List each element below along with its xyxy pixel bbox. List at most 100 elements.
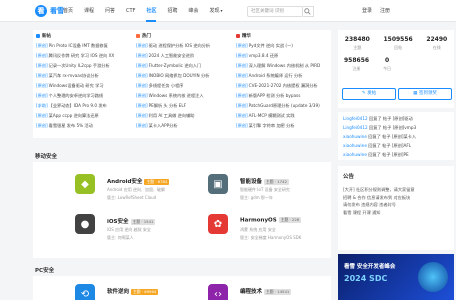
forum-badge: 主题 · 1742 [264,178,289,185]
list-item[interactable]: [原创]新版APP 检测 分析 bypass [236,92,324,100]
list-item[interactable]: [原创]Pyd文件 逆向 实战 (一) [236,42,324,50]
list-item[interactable]: [原创]Flutter-Zymbolic 逆向入门 [136,62,224,70]
forum-smart-device[interactable]: ▣ 智能设备 主题 · 1742 智能硬件 IoT 设备 安全研究 版主: gdm… [208,174,328,206]
list-item[interactable]: [原创]Windows设备驱动 研究 学习 [36,82,124,90]
column-hot-head: 热门 [136,33,151,39]
list-item[interactable]: [求助]【业界动态】IDA Pro 9.0 发布 [36,102,124,110]
nav-item-home[interactable]: 首页 [63,0,73,22]
list-item[interactable]: xiaohuwine 回复了 帖子 [原创]某卡入 [338,132,456,141]
list-item[interactable]: [原创]驱动 进程保护分析 IOS 逆向分析 [136,42,224,50]
feed-user: xiaohuwine [343,152,367,157]
post-button[interactable]: ✎ 发帖 [342,88,396,100]
list-item[interactable]: [原创]vmp3.8.4 还原 [236,52,324,60]
post-tag: [原创] [136,43,148,48]
post-title: Pyd文件 逆向 实战 (一) [248,43,293,48]
list-item[interactable]: [原创]CVE-2021-2702 内核提权 漏洞分析 [236,82,324,90]
checkin-button[interactable]: ▦ 签到领奖 [398,88,452,100]
post-tag: [原创] [36,123,48,128]
list-item[interactable]: [原创]Pin Proto IC设备 IMT 数据修复 [36,42,124,50]
notice-item[interactable]: 请勿发布 违规内容 违者封号 [343,201,449,209]
list-item[interactable]: [原创]AFL-MCP 模糊测试 实践 [236,112,324,120]
forum-harmonyos[interactable]: ✿ HarmonyOS 主题 · 226 鸿蒙 系统 应用 安全 版主: 安全梯度… [208,214,328,246]
harmony-icon: ✿ [208,214,228,234]
forum-reverse[interactable]: ⟲ 软件逆向 主题 · 89964 [75,284,205,300]
list-item[interactable]: [原创]INOBIO 网络抓包 DOUYIN 分析 [136,72,224,80]
nav-item-ctf[interactable]: CTF [126,0,135,22]
notice-item[interactable]: [大开] 社区积分规则调整，请大家留意 [343,186,449,194]
nav-item-qa[interactable]: 问答 [105,0,115,22]
post-title: 个人整理的安卓逆向学习路线 [48,93,104,98]
post-tag: [原创] [236,73,248,78]
post-tag: [原创] [136,63,148,68]
nav-item-courses[interactable]: 课程 [84,0,94,22]
feed-text: 回复了 帖子 [原创]AFL [368,143,412,148]
register-link[interactable]: 注册 [380,0,390,22]
forum-name: Android安全 主题 · 6784 [107,177,170,185]
forum-android[interactable]: ◆ Android安全 主题 · 6784 Android 应用 逆向、加固、破解… [75,174,205,206]
post-tag: [原创] [236,113,248,118]
forum-ios[interactable]: ● iOS安全 主题 · 1541 iOS 应用 逆向 越狱 安全 版主: 何啊某… [75,214,205,246]
site-logo[interactable]: 看 看雪 [35,5,64,17]
forum-badge: 主题 · 6784 [144,178,170,185]
list-item[interactable]: xiaohuwine 回复了 帖子 [原创]AFL [338,141,456,150]
nav-item-discover[interactable]: 发现▾ [210,0,223,22]
notice-item[interactable]: 招聘 & 合作 信息请发布到 对应板块 [343,194,449,202]
list-item[interactable]: Lingfei0412 回复了 帖子 [原创]驱动 [338,114,456,123]
column-best-title: 精华 [242,34,251,39]
post-tag: [原创] [136,53,148,58]
post-tag: [原创] [136,113,148,118]
nav-item-jobs[interactable]: 招聘 [167,0,177,22]
list-item[interactable]: [原创]腾讯反作弊 研究 学习 IOS 逆向 XX [36,52,124,60]
search-input[interactable]: 社区关键词 识别 [247,6,303,17]
list-item[interactable]: [原创]某引擎 字符串 加密 分析 [236,122,324,130]
post-tag: [原创] [236,83,248,88]
feed-user: xiaohuwine [343,143,367,148]
list-item[interactable]: [原创]Windows 系统内核 进程注入 [136,92,224,100]
logo-text: 看雪 [50,7,64,15]
stat-members: 958656 注册 [344,57,369,72]
list-item[interactable]: [原创]利用 AI 工具做 逆向辅助 [136,112,224,120]
list-item[interactable]: [原创]多线程任务 小程序 [136,82,224,90]
post-title: 某汽车 rx-mvaas协议分析 [48,73,99,78]
notice-card: 公告 [大开] 社区积分规则调整，请大家留意 招聘 & 合作 信息请发布到 对应… [338,166,454,250]
summit-banner[interactable]: 看雪 安全开发者峰会 2024 SDC [338,254,454,300]
list-item[interactable]: [原创]记录一次Unity IL2cpp 手游分析 [36,62,124,70]
list-item[interactable]: [原创]PatchGuard原理分析 (update 3/39) [236,102,324,110]
list-item[interactable]: xiaohuwine 回复了 帖子 [原创]PE [338,150,456,159]
list-item[interactable]: [原创]Android 系统编译 运行 分析 [236,72,324,80]
list-item[interactable]: [原创]某汽车 rx-mvaas协议分析 [36,72,124,80]
search-icon [304,8,311,15]
feed-text: 回复了 帖子 [原创]PE [368,152,409,157]
post-tag: [原创] [136,73,148,78]
list-item[interactable]: [原创]2024 人工智能安全进阶 [136,52,224,60]
list-item[interactable]: [原创]看雪银星 发布 5% 活动 [36,122,124,130]
search-button[interactable] [303,6,314,17]
apple-icon: ● [75,214,95,234]
notice-item[interactable]: 看雪 课程 开课 通知 [343,209,449,217]
post-tag: [原创] [136,83,148,88]
forum-programming[interactable]: ‹› 编程技术 主题 · 14541 [208,284,328,300]
latest-posts-card: 新帖 热门 精华 [原创]Pin Proto IC设备 IMT 数据修复 [原创… [33,30,331,138]
forum-badge: 主题 · 89964 [131,288,159,295]
new-icon [36,34,40,38]
stats-row-2: 958656 注册 0 今日 [338,51,454,72]
stat-topics: 238480 主题 [345,36,370,51]
list-item[interactable]: [原创]PE解析 头 分析 ELF [136,102,224,110]
feed-user: xiaohuwine [343,134,367,139]
list-item[interactable]: [原创]某卡入APP分析 [136,122,224,130]
list-item[interactable]: [原创]个人整理的安卓逆向学习路线 [36,92,124,100]
post-title: CVE-2021-2702 内核提权 漏洞分析 [248,83,318,88]
list-item[interactable]: Lingfei0412 回复了 帖子 [原创]vmp3 [338,123,456,132]
post-title: 看雪银星 发布 5% 活动 [48,123,93,128]
nav-item-community[interactable]: 社区 [146,0,157,22]
post-title: 驱动 进程保护分析 IOS 逆向分析 [148,43,211,48]
list-item[interactable]: [原创]某App ccpp 逆向算法还原 [36,112,124,120]
nav-item-summit[interactable]: 峰会 [189,0,199,22]
stat-replies: 1509556 回帖 [383,36,412,51]
post-tag: [原创] [36,73,48,78]
iot-icon: ▣ [208,174,228,194]
feed-user: Lingfei0412 [343,125,368,130]
list-item[interactable]: [原创]深入理解 Windows 内核机制 从 PIRD [236,62,324,70]
login-link[interactable]: 登录 [362,0,372,22]
post-title: 利用 AI 工具做 逆向辅助 [148,113,195,118]
